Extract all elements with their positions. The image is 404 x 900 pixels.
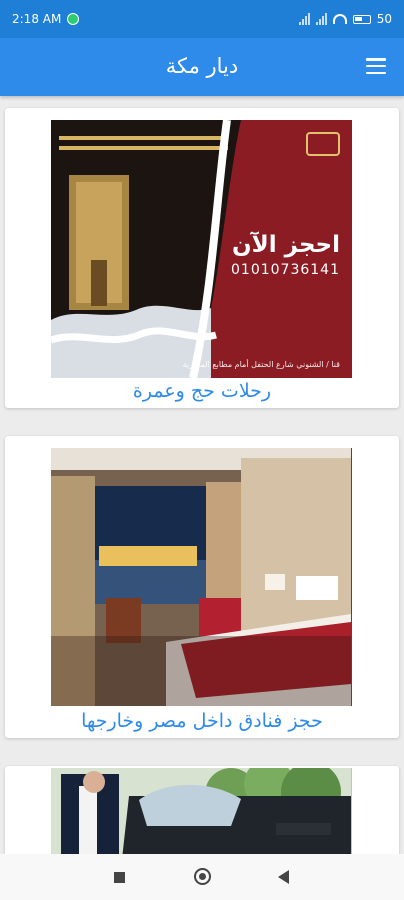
triangle-back-icon[interactable] xyxy=(278,870,289,884)
card-transport[interactable] xyxy=(5,766,399,854)
poster-phone: 01010736141 xyxy=(231,262,340,278)
battery-icon xyxy=(352,14,371,24)
android-navigation-bar xyxy=(0,854,404,900)
circle-icon[interactable] xyxy=(194,868,211,885)
kaaba-poster-image: احجز الآن 01010736141 قنا / الشنوني شارع… xyxy=(51,120,352,378)
status-right: 50 xyxy=(298,12,392,26)
hotel-room-illustration xyxy=(51,448,351,706)
card-title: حجز فنادق داخل مصر وخارجها xyxy=(81,710,323,732)
car-service-illustration xyxy=(51,768,351,854)
wifi-icon xyxy=(332,14,347,24)
poster-heading: احجز الآن xyxy=(232,232,340,258)
agency-logo xyxy=(306,132,340,156)
status-left: 2:18 AM xyxy=(12,12,80,26)
hamburger-menu-icon[interactable] xyxy=(366,58,386,74)
battery-text: 50 xyxy=(376,12,392,26)
hotel-room-image xyxy=(51,448,352,706)
content: احجز الآن 01010736141 قنا / الشنوني شارع… xyxy=(0,96,404,854)
square-icon[interactable] xyxy=(114,872,125,883)
card-hajj-umrah[interactable]: احجز الآن 01010736141 قنا / الشنوني شارع… xyxy=(5,108,399,408)
app-title: ديار مكة xyxy=(165,54,239,78)
whatsapp-icon xyxy=(67,13,80,25)
poster-address: قنا / الشنوني شارع الحتفل أمام مطابع الم… xyxy=(182,360,340,369)
card-title: رحلات حج وعمرة xyxy=(132,380,272,402)
status-time: 2:18 AM xyxy=(12,12,62,26)
app-bar: ديار مكة xyxy=(0,38,404,96)
signal-icon xyxy=(315,13,327,25)
status-bar: 2:18 AM 50 xyxy=(0,0,404,38)
car-service-image xyxy=(51,768,352,854)
card-hotels[interactable]: حجز فنادق داخل مصر وخارجها xyxy=(5,436,399,738)
signal-icon xyxy=(298,13,310,25)
